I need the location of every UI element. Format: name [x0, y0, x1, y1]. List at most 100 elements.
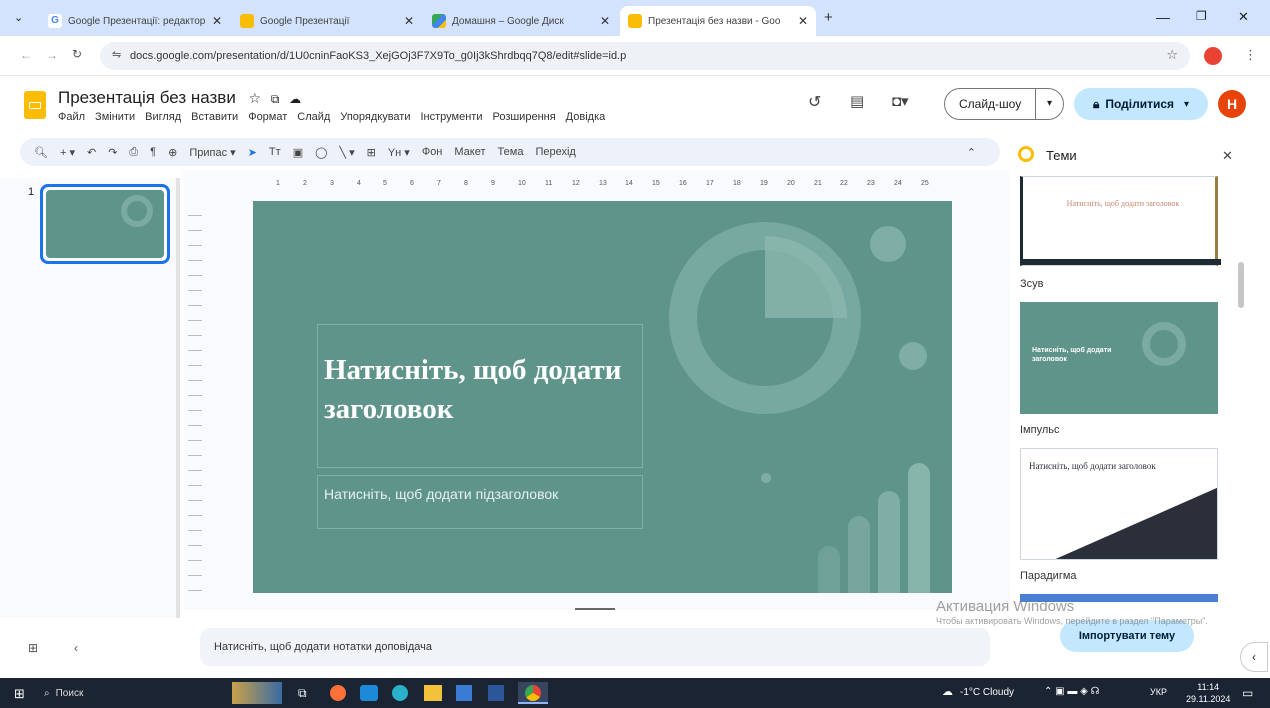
menu-help[interactable]: Довідка: [566, 111, 606, 123]
star-icon[interactable]: ☆: [249, 90, 262, 106]
menu-edit[interactable]: Змінити: [95, 111, 135, 123]
word-icon[interactable]: [488, 685, 504, 701]
task-view-icon[interactable]: ⧉: [298, 686, 307, 701]
meet-icon[interactable]: ◘▾: [892, 92, 909, 110]
zoom-fit-select[interactable]: Припас ▾: [189, 146, 235, 159]
themes-scrollbar[interactable]: [1238, 262, 1244, 308]
collapse-toolbar-icon[interactable]: ⌃: [967, 146, 976, 159]
browser-menu-icon[interactable]: ⋮: [1244, 47, 1257, 63]
filmstrip-divider[interactable]: [176, 178, 180, 618]
title-placeholder[interactable]: Натисніть, щоб додати заголовок: [317, 324, 643, 468]
theme-thumbnail-paradigm[interactable]: Натисніть, щоб додати заголовок: [1020, 448, 1218, 560]
subtitle-placeholder[interactable]: Натисніть, щоб додати підзаголовок: [317, 475, 643, 529]
redo-icon[interactable]: ↷: [108, 146, 117, 159]
edge-icon[interactable]: [392, 685, 408, 701]
comment-add-icon[interactable]: ⊞: [367, 146, 376, 159]
menu-format[interactable]: Формат: [248, 111, 287, 123]
chevron-down-icon[interactable]: ▾: [1035, 89, 1063, 119]
menu-file[interactable]: Файл: [58, 111, 85, 123]
slide-filmstrip: 1: [0, 178, 180, 618]
notifications-icon[interactable]: ▭: [1242, 686, 1253, 700]
notes-resize-handle[interactable]: [575, 608, 615, 610]
theme-thumbnail-shift[interactable]: Натисніть, щоб додати заголовок: [1020, 176, 1221, 266]
language-indicator[interactable]: УКР: [1150, 687, 1167, 697]
comments-icon[interactable]: ▤: [850, 92, 864, 110]
browser-tab[interactable]: Домашня – Google Диск ✕: [424, 6, 618, 36]
slide-canvas[interactable]: Натисніть, щоб додати заголовок Натисніт…: [253, 201, 952, 593]
layout-button[interactable]: Макет: [454, 146, 485, 158]
image-icon[interactable]: ▣: [293, 146, 303, 159]
theme-thumbnail-impulse[interactable]: Натисніть, щоб додати заголовок: [1020, 302, 1218, 414]
side-panel-toggle-icon[interactable]: ‹: [1240, 642, 1268, 672]
menu-insert[interactable]: Вставити: [191, 111, 238, 123]
select-cursor-icon[interactable]: ➤: [248, 146, 257, 159]
print-icon[interactable]: ⎙: [129, 146, 138, 159]
new-tab-icon[interactable]: +: [824, 9, 833, 26]
menu-view[interactable]: Вигляд: [145, 111, 181, 123]
browser-tab[interactable]: Google Презентації ✕: [232, 6, 422, 36]
avatar[interactable]: Н: [1218, 90, 1246, 118]
url-field[interactable]: ⇋ docs.google.com/presentation/d/1U0cnin…: [100, 42, 1190, 70]
menu-tools[interactable]: Інструменти: [420, 111, 482, 123]
close-icon[interactable]: ✕: [1222, 148, 1233, 164]
taskbar-search[interactable]: ⌕ Поиск: [44, 682, 224, 704]
slide-thumbnail[interactable]: [40, 184, 170, 264]
weather-text[interactable]: -1°C Cloudy: [960, 687, 1014, 698]
firefox-icon[interactable]: [330, 685, 346, 701]
minimize-icon[interactable]: —: [1156, 9, 1170, 25]
close-tab-icon[interactable]: ✕: [798, 14, 808, 28]
browser-tab[interactable]: G Google Презентації: редактор ✕: [40, 6, 230, 36]
text-box-icon[interactable]: Tт: [269, 146, 281, 158]
close-tab-icon[interactable]: ✕: [212, 14, 222, 28]
site-info-icon[interactable]: ⇋: [112, 48, 121, 61]
speaker-notes[interactable]: Натисніть, щоб додати нотатки доповідача: [200, 628, 990, 666]
share-button[interactable]: 🔒︎ Поділитися ▾: [1074, 88, 1208, 120]
menu-slide[interactable]: Слайд: [297, 111, 330, 123]
bookmark-star-icon[interactable]: ☆: [1166, 47, 1178, 63]
line-icon[interactable]: ╲ ▾: [339, 146, 354, 159]
version-history-icon[interactable]: ↺: [808, 92, 821, 112]
clock-date: 29.11.2024: [1186, 694, 1231, 704]
tray-icons[interactable]: ⌃ ▣ ▬ ◈ ☊: [1044, 686, 1100, 697]
menu-arrange[interactable]: Упорядкувати: [340, 111, 410, 123]
undo-icon[interactable]: ↶: [87, 146, 96, 159]
windows-start-icon[interactable]: ⊞: [14, 686, 25, 702]
browser-tab-active[interactable]: Презентація без назви - Goo ✕: [620, 6, 816, 36]
zoom-icon[interactable]: ⊕: [168, 146, 177, 159]
transition-button[interactable]: Перехід: [535, 146, 575, 158]
shape-icon[interactable]: ◯: [315, 146, 327, 159]
new-slide-icon[interactable]: + ▾: [60, 146, 75, 159]
theme-button[interactable]: Тема: [498, 146, 524, 158]
search-menus-icon[interactable]: 🔍︎: [34, 146, 48, 159]
slide-title: Натисніть, щоб додати заголовок: [324, 354, 622, 425]
slideshow-button[interactable]: Слайд-шоу ▾: [944, 88, 1064, 120]
background-button[interactable]: Фон: [422, 146, 443, 158]
import-theme-button[interactable]: Імпортувати тему: [1060, 620, 1194, 652]
store-icon[interactable]: [456, 685, 472, 701]
input-tools-icon[interactable]: Yн ▾: [388, 146, 410, 159]
close-window-icon[interactable]: ✕: [1238, 9, 1249, 25]
clock[interactable]: 11:14 29.11.2024: [1186, 681, 1230, 705]
tab-search-icon[interactable]: ⌄: [14, 11, 23, 24]
theme-name-paradigm: Парадигма: [1020, 570, 1077, 582]
profile-icon[interactable]: [1204, 47, 1222, 65]
reload-icon[interactable]: ↻: [72, 47, 82, 61]
file-explorer-icon[interactable]: [424, 685, 442, 701]
chrome-taskbar-item[interactable]: [518, 682, 548, 704]
presentation-title[interactable]: Презентація без назви ☆ ⧉ ☁: [58, 88, 301, 108]
menu-extensions[interactable]: Розширення: [492, 111, 555, 123]
slides-logo-icon[interactable]: [24, 91, 46, 119]
collapse-filmstrip-icon[interactable]: ‹: [74, 641, 78, 655]
theme-thumbnail-next[interactable]: [1020, 594, 1218, 602]
tab-label: Презентація без назви - Goo: [648, 15, 781, 27]
move-folder-icon[interactable]: ⧉: [271, 92, 280, 106]
close-tab-icon[interactable]: ✕: [600, 14, 610, 28]
back-icon[interactable]: ←: [20, 48, 32, 62]
outlook-icon[interactable]: [360, 685, 378, 701]
chevron-down-icon[interactable]: ▾: [1184, 99, 1189, 110]
close-tab-icon[interactable]: ✕: [404, 14, 414, 28]
paint-format-icon[interactable]: ¶: [150, 146, 156, 158]
maximize-icon[interactable]: ❐: [1196, 9, 1207, 23]
forward-icon[interactable]: →: [46, 48, 58, 62]
grid-view-icon[interactable]: ⊞: [28, 641, 38, 655]
